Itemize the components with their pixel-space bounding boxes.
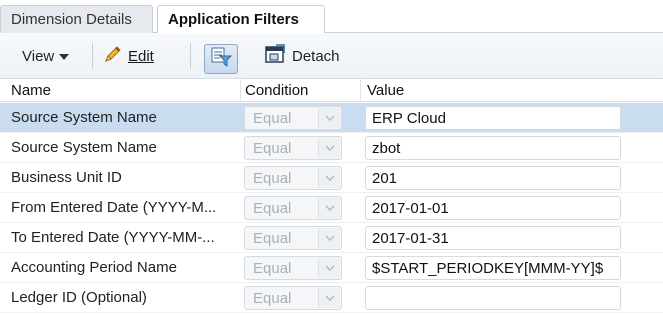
value-text: $START_PERIODKEY[MMM-YY]$ [372, 260, 604, 277]
condition-value: Equal [253, 290, 292, 307]
value-text: 2017-01-31 [372, 230, 449, 247]
filter-name: Source System Name [11, 139, 157, 156]
condition-select[interactable]: Equal [244, 256, 342, 280]
chevron-down-icon[interactable] [318, 138, 340, 158]
chevron-down-icon[interactable] [318, 198, 340, 218]
chevron-down-icon[interactable] [318, 228, 340, 248]
detach-icon [264, 43, 286, 69]
condition-value: Equal [253, 200, 292, 217]
condition-select[interactable]: Equal [244, 136, 342, 160]
filter-name: Ledger ID (Optional) [11, 289, 147, 306]
condition-value: Equal [253, 170, 292, 187]
tab-application-filters[interactable]: Application Filters [157, 5, 325, 34]
column-header-value[interactable]: Value [367, 82, 404, 99]
filter-toggle-button[interactable] [204, 44, 238, 74]
value-input[interactable]: ERP Cloud [365, 106, 621, 130]
view-menu-label: View [22, 47, 55, 65]
table-row[interactable]: From Entered Date (YYYY-M... Equal 2017-… [0, 193, 663, 223]
condition-value: Equal [253, 230, 292, 247]
value-text: ERP Cloud [372, 110, 446, 127]
chevron-down-icon[interactable] [318, 288, 340, 308]
detach-button[interactable]: Detach [264, 33, 340, 79]
filter-name: Source System Name [11, 109, 157, 126]
tab-bar: Dimension Details Application Filters [0, 0, 663, 34]
chevron-down-icon[interactable] [318, 108, 340, 128]
value-text: 201 [372, 170, 398, 187]
grid-header: Name Condition Value [0, 79, 663, 102]
filter-name: Business Unit ID [11, 169, 122, 186]
edit-button[interactable]: Edit [102, 33, 154, 79]
condition-select[interactable]: Equal [244, 286, 342, 310]
chevron-down-icon[interactable] [318, 168, 340, 188]
view-menu-button[interactable]: View [22, 33, 70, 79]
condition-value: Equal [253, 260, 292, 277]
condition-value: Equal [253, 110, 292, 127]
filter-rows: Source System Name Equal ERP Cloud Sourc… [0, 103, 663, 313]
toolbar-divider [92, 43, 93, 69]
column-divider[interactable] [240, 79, 241, 102]
table-row[interactable]: Accounting Period Name Equal $START_PERI… [0, 253, 663, 283]
condition-value: Equal [253, 140, 292, 157]
chevron-down-icon [59, 54, 70, 60]
value-input[interactable]: $START_PERIODKEY[MMM-YY]$ [365, 256, 621, 280]
value-input[interactable]: 201 [365, 166, 621, 190]
filter-name: To Entered Date (YYYY-MM-... [11, 229, 215, 246]
value-text: 2017-01-01 [372, 200, 449, 217]
detach-label: Detach [292, 47, 340, 65]
table-row[interactable]: To Entered Date (YYYY-MM-... Equal 2017-… [0, 223, 663, 253]
value-input[interactable] [365, 286, 621, 310]
column-header-condition[interactable]: Condition [245, 82, 308, 99]
condition-select[interactable]: Equal [244, 166, 342, 190]
value-text: zbot [372, 140, 401, 157]
toolbar-divider [190, 43, 191, 69]
value-input[interactable]: 2017-01-31 [365, 226, 621, 250]
toolbar: View Edit Detach [0, 33, 663, 79]
table-row[interactable]: Business Unit ID Equal 201 [0, 163, 663, 193]
chevron-down-icon[interactable] [318, 258, 340, 278]
value-input[interactable]: 2017-01-01 [365, 196, 621, 220]
column-divider[interactable] [360, 79, 361, 102]
condition-select[interactable]: Equal [244, 106, 342, 130]
condition-select[interactable]: Equal [244, 196, 342, 220]
table-row[interactable]: Source System Name Equal ERP Cloud [0, 103, 663, 133]
table-row[interactable]: Source System Name Equal zbot [0, 133, 663, 163]
edit-label: Edit [128, 47, 154, 65]
condition-select[interactable]: Equal [244, 226, 342, 250]
table-row[interactable]: Ledger ID (Optional) Equal [0, 283, 663, 313]
filter-icon [210, 47, 233, 71]
tab-dimension-details[interactable]: Dimension Details [0, 5, 153, 33]
column-header-name[interactable]: Name [11, 82, 51, 99]
filter-name: From Entered Date (YYYY-M... [11, 199, 217, 216]
pencil-icon [102, 43, 124, 69]
value-input[interactable]: zbot [365, 136, 621, 160]
filter-name: Accounting Period Name [11, 259, 177, 276]
